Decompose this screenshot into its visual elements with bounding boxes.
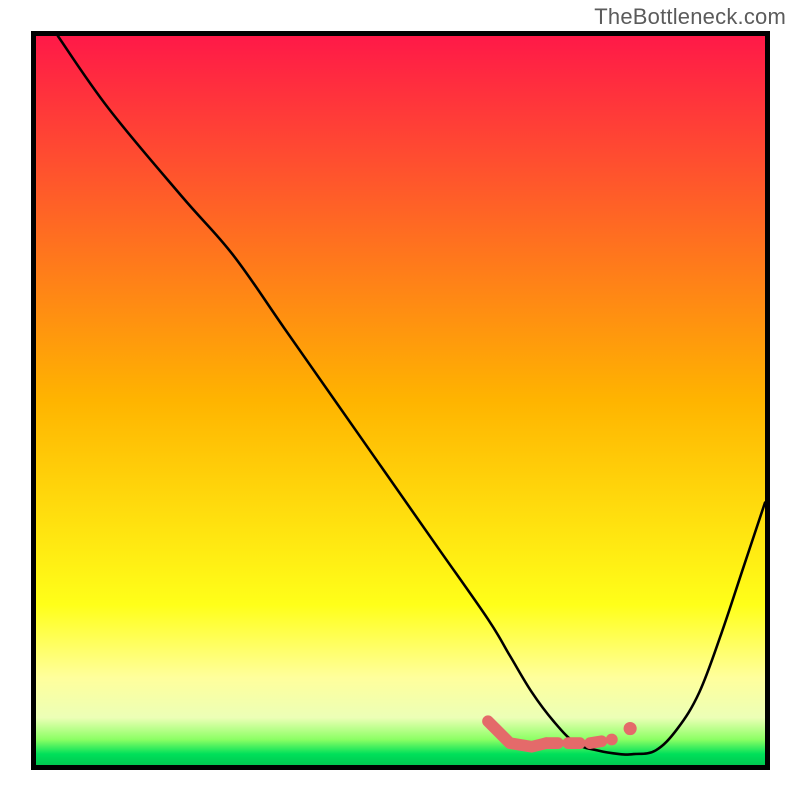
plot-area [36,36,765,765]
curve-layer [36,36,765,765]
plot-border [31,31,770,770]
highlight-solid [488,721,546,747]
chart-frame: TheBottleneck.com [0,0,800,800]
highlight-dashed [546,739,612,743]
bottleneck-curve [58,36,765,755]
highlight-end-cap [624,722,637,735]
watermark-label: TheBottleneck.com [594,4,786,30]
